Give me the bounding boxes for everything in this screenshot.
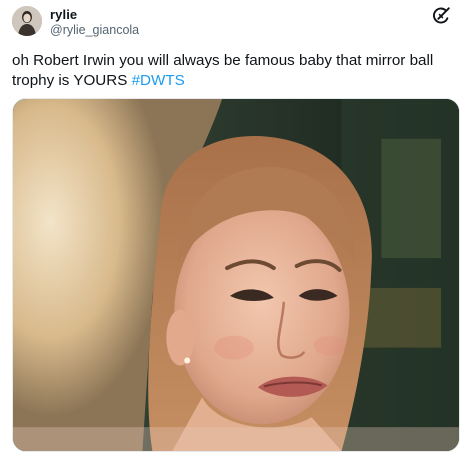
display-name[interactable]: rylie bbox=[50, 7, 77, 22]
crying-woman-icon bbox=[13, 99, 459, 451]
user-handle[interactable]: @rylie_giancola bbox=[50, 23, 139, 37]
tweet-card: rylie @rylie_giancola oh Robert Irwin yo… bbox=[0, 0, 474, 459]
hashtag-link[interactable]: #DWTS bbox=[132, 72, 185, 89]
person-avatar-icon bbox=[12, 6, 42, 36]
avatar[interactable] bbox=[12, 6, 42, 36]
grok-icon[interactable] bbox=[430, 5, 452, 27]
tweet-text: oh Robert Irwin you will always be famou… bbox=[12, 51, 468, 90]
tweet-media[interactable] bbox=[12, 98, 460, 452]
tweet-body: oh Robert Irwin you will always be famou… bbox=[12, 52, 434, 89]
